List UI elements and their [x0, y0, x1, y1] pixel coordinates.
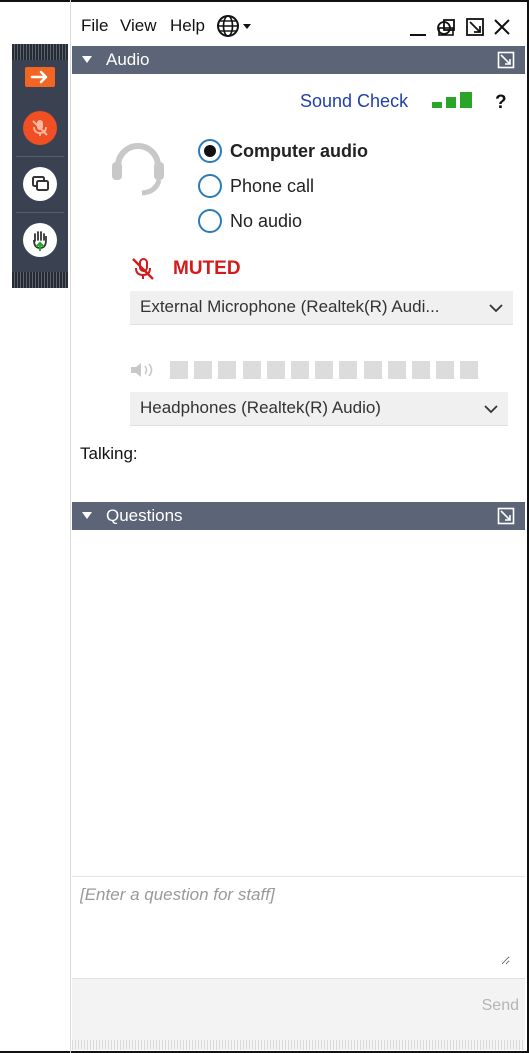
side-toolbar	[12, 44, 68, 288]
send-button[interactable]: Send	[482, 997, 519, 1015]
popout-icon	[466, 18, 484, 36]
radio-phone-call[interactable]: Phone call	[198, 173, 314, 199]
level-segment	[436, 361, 455, 379]
radio-label: No audio	[230, 210, 303, 231]
minimize-icon	[410, 34, 426, 36]
sound-check-link[interactable]: Sound Check	[300, 91, 408, 112]
radio-label: Phone call	[230, 175, 315, 196]
question-input-area	[72, 876, 525, 978]
screen-share-button[interactable]	[12, 164, 68, 204]
level-segment	[315, 361, 334, 379]
talking-label: Talking:	[80, 444, 138, 463]
popout-icon	[497, 51, 515, 69]
questions-panel-header[interactable]: Questions	[72, 502, 525, 530]
collapse-triangle-icon	[82, 512, 92, 519]
radio-no-audio[interactable]: No audio	[198, 208, 302, 234]
toolbar-drag-handle-bottom[interactable]	[12, 272, 68, 288]
radio-button-selected[interactable]	[198, 139, 222, 163]
questions-log[interactable]	[72, 530, 525, 876]
speaker-device-select[interactable]: Headphones (Realtek(R) Audio)	[130, 392, 508, 426]
microphone-device-select[interactable]: External Microphone (Realtek(R) Audi...	[130, 291, 513, 325]
raise-hand-icon	[23, 223, 57, 257]
headset-icon	[108, 136, 168, 203]
toolbar-divider	[16, 156, 64, 157]
question-input[interactable]	[80, 885, 510, 965]
mute-status-label: MUTED	[173, 258, 241, 279]
audio-panel-title: Audio	[106, 50, 150, 69]
popout-button[interactable]	[464, 16, 486, 43]
resize-grip[interactable]	[72, 1040, 525, 1050]
microphone-muted-icon	[23, 111, 57, 145]
collapse-triangle-icon	[82, 56, 92, 63]
chevron-down-icon	[487, 299, 505, 322]
level-segment	[412, 361, 430, 379]
close-button[interactable]	[491, 16, 513, 43]
raise-hand-button[interactable]	[12, 220, 68, 260]
level-segment	[170, 361, 188, 379]
level-segment	[242, 361, 261, 379]
arrow-right-icon	[25, 67, 55, 87]
globe-icon	[217, 15, 251, 37]
mute-microphone-button[interactable]	[12, 108, 68, 148]
radio-computer-audio[interactable]: Computer audio	[198, 138, 368, 164]
minimize-button[interactable]	[408, 16, 428, 43]
audio-help-button[interactable]: ?	[495, 92, 507, 114]
level-segment	[218, 361, 237, 379]
speaker-device-value: Headphones (Realtek(R) Audio)	[140, 398, 381, 417]
send-bar: Send	[72, 978, 525, 1040]
restore-button[interactable]	[435, 16, 457, 43]
microphone-muted-icon[interactable]	[130, 256, 156, 287]
questions-panel-title: Questions	[106, 506, 183, 525]
toolbar-drag-handle-top[interactable]	[12, 44, 68, 60]
language-globe-button[interactable]	[216, 14, 260, 43]
toolbar-divider	[16, 212, 64, 213]
level-segment	[339, 361, 358, 379]
radio-button[interactable]	[198, 209, 222, 233]
signal-strength-icon	[432, 92, 474, 115]
menu-help[interactable]: Help	[170, 16, 205, 36]
restore-icon	[437, 19, 455, 36]
menu-file[interactable]: File	[81, 16, 108, 36]
level-segment	[194, 361, 213, 379]
level-segment	[387, 361, 406, 379]
radio-button[interactable]	[198, 174, 222, 198]
popout-icon	[497, 507, 515, 525]
microphone-device-value: External Microphone (Realtek(R) Audi...	[140, 297, 440, 316]
panel-left-border	[70, 0, 71, 1053]
audio-panel-header[interactable]: Audio	[72, 46, 525, 74]
level-segment	[291, 361, 309, 379]
audio-popout-button[interactable]	[497, 51, 515, 74]
questions-popout-button[interactable]	[497, 507, 515, 530]
menu-view[interactable]: View	[120, 16, 157, 36]
expand-panel-button[interactable]	[12, 62, 68, 92]
speaker-volume-icon	[128, 360, 158, 385]
screen-share-icon	[23, 167, 57, 201]
radio-label: Computer audio	[230, 140, 368, 161]
chevron-down-icon	[482, 400, 500, 423]
level-segment	[460, 361, 479, 379]
menu-bar: File View Help	[71, 8, 527, 44]
level-segment	[266, 361, 285, 379]
level-segment	[363, 361, 382, 379]
close-icon	[494, 19, 510, 35]
